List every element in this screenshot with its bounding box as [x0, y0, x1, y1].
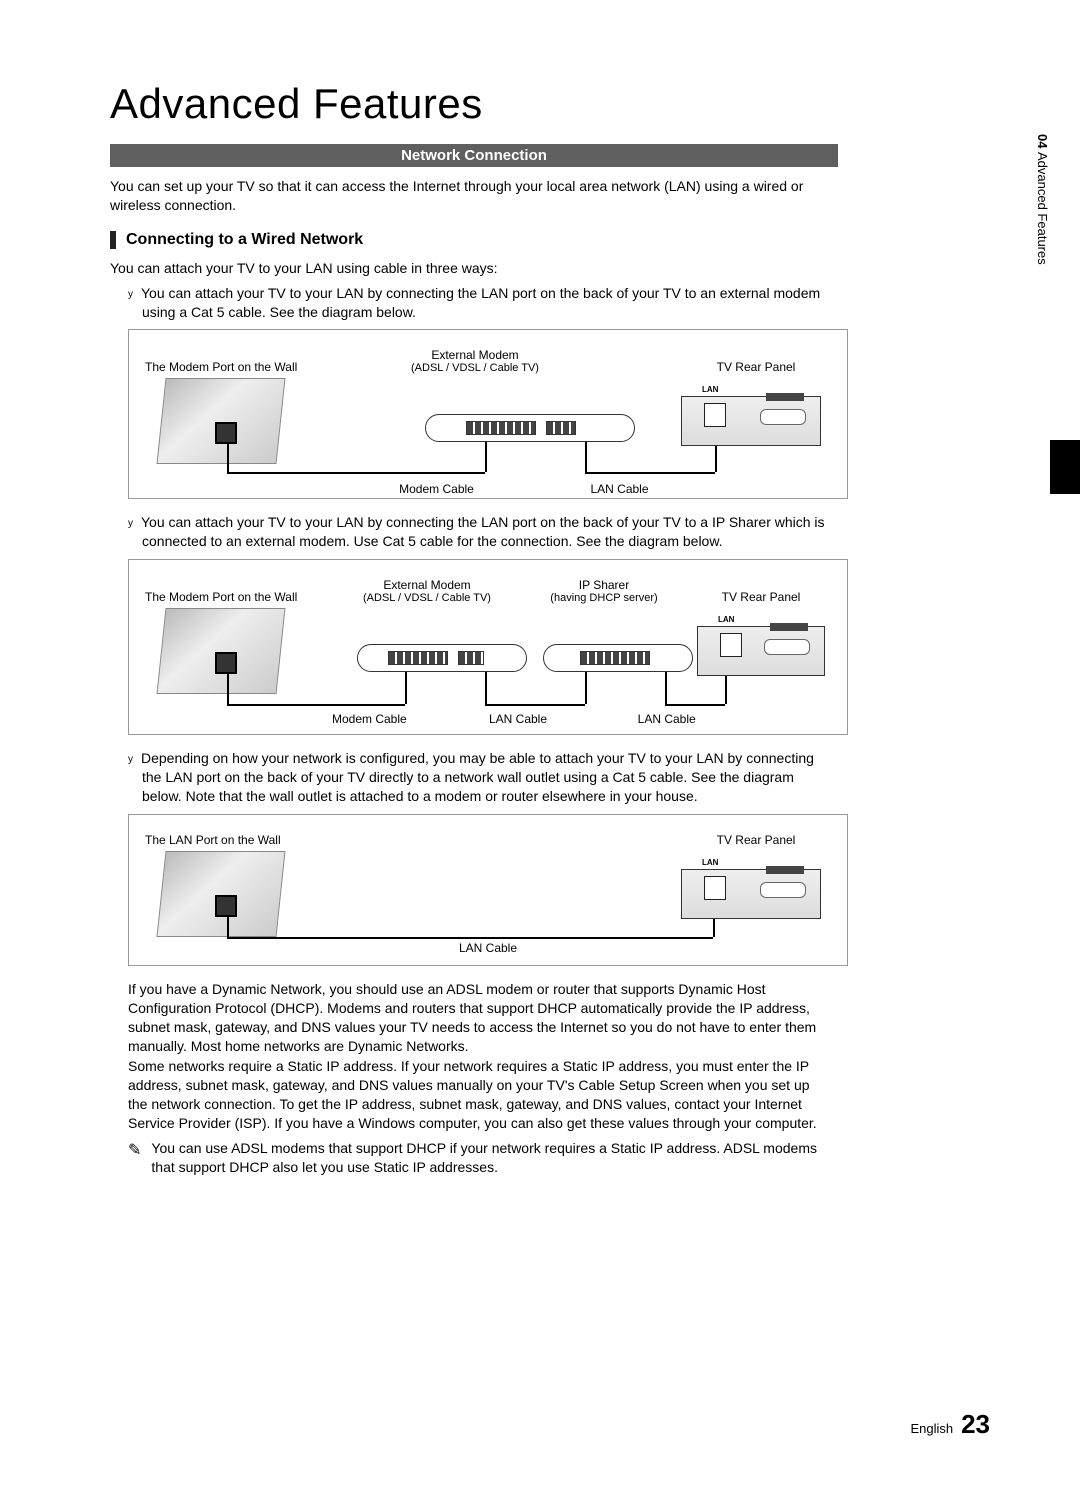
d2-modem-sub: (ADSL / VDSL / Cable TV) [337, 592, 517, 604]
d1-cable-left: Modem Cable [345, 482, 528, 496]
d3-wall-plug-icon [215, 895, 237, 917]
sub-heading-row: Connecting to a Wired Network [110, 231, 990, 249]
bullet-list-2: You can attach your TV to your LAN by co… [110, 513, 830, 551]
d2-wall-plate-icon [156, 608, 285, 694]
manual-page: 04 Advanced Features Advanced Features N… [0, 0, 1080, 1494]
d2-tv-panel-icon: LAN [697, 626, 825, 676]
modem-icon [425, 414, 635, 442]
d1-modem-label: External Modem [345, 348, 605, 362]
wall-plug-icon [215, 422, 237, 444]
chapter-label: Advanced Features [1035, 152, 1050, 265]
footer-page: 23 [961, 1409, 990, 1440]
bullet-1: You can attach your TV to your LAN by co… [128, 284, 830, 322]
d3-tv-lan-label: LAN [702, 858, 718, 867]
side-tab: 04 Advanced Features [1035, 134, 1050, 265]
d2-wall-label: The Modem Port on the Wall [145, 590, 325, 604]
heading-accent [110, 231, 116, 249]
d1-tv-label: TV Rear Panel [681, 360, 831, 374]
chapter-number: 04 [1035, 134, 1050, 148]
d2-cable-right: LAN Cable [592, 712, 741, 726]
d1-modem-sub: (ADSL / VDSL / Cable TV) [345, 362, 605, 374]
d2-modem-label: External Modem [337, 578, 517, 592]
bullet-2: You can attach your TV to your LAN by co… [128, 513, 830, 551]
bullet-3: Depending on how your network is configu… [128, 749, 830, 806]
d3-cable: LAN Cable [374, 941, 603, 955]
d2-wall-plug-icon [215, 652, 237, 674]
page-footer: English 23 [910, 1409, 990, 1440]
note-text: You can use ADSL modems that support DHC… [151, 1139, 828, 1177]
intro-text: You can set up your TV so that it can ac… [110, 177, 830, 215]
d2-cable-left: Modem Cable [295, 712, 444, 726]
d3-wall-plate-icon [156, 851, 285, 937]
bullet-list: You can attach your TV to your LAN by co… [110, 284, 830, 322]
d1-wall-label: The Modem Port on the Wall [145, 360, 345, 374]
d1-cable-right: LAN Cable [528, 482, 711, 496]
note-icon: ✎ [128, 1140, 141, 1178]
diagram-1: The Modem Port on the Wall External Mode… [128, 329, 848, 499]
d2-cable-mid: LAN Cable [444, 712, 593, 726]
explain-2: Some networks require a Static IP addres… [128, 1057, 828, 1133]
tv-panel-icon: LAN [681, 396, 821, 446]
bullet-list-3: Depending on how your network is configu… [110, 749, 830, 806]
d2-tv-lan-label: LAN [718, 615, 734, 624]
tv-lan-label: LAN [702, 385, 718, 394]
d2-tv-label: TV Rear Panel [691, 590, 831, 604]
note-row: ✎ You can use ADSL modems that support D… [128, 1139, 828, 1177]
d2-modem-icon [357, 644, 527, 672]
thumb-tab [1050, 440, 1080, 494]
d2-sharer-icon [543, 644, 693, 672]
page-title: Advanced Features [110, 80, 990, 128]
d3-tv-panel-icon: LAN [681, 869, 821, 919]
explain-1: If you have a Dynamic Network, you shoul… [128, 980, 828, 1056]
d2-sharer-sub: (having DHCP server) [529, 592, 679, 604]
diagram-2: The Modem Port on the Wall External Mode… [128, 559, 848, 735]
d3-tv-label: TV Rear Panel [681, 833, 831, 847]
wall-plate-icon [156, 378, 285, 464]
footer-lang: English [910, 1421, 953, 1436]
d3-wall-label: The LAN Port on the Wall [145, 833, 365, 847]
lead-text: You can attach your TV to your LAN using… [110, 259, 830, 278]
diagram-3: The LAN Port on the Wall TV Rear Panel L… [128, 814, 848, 966]
d2-sharer-label: IP Sharer [529, 578, 679, 592]
section-bar: Network Connection [110, 144, 838, 167]
sub-heading: Connecting to a Wired Network [126, 231, 363, 249]
